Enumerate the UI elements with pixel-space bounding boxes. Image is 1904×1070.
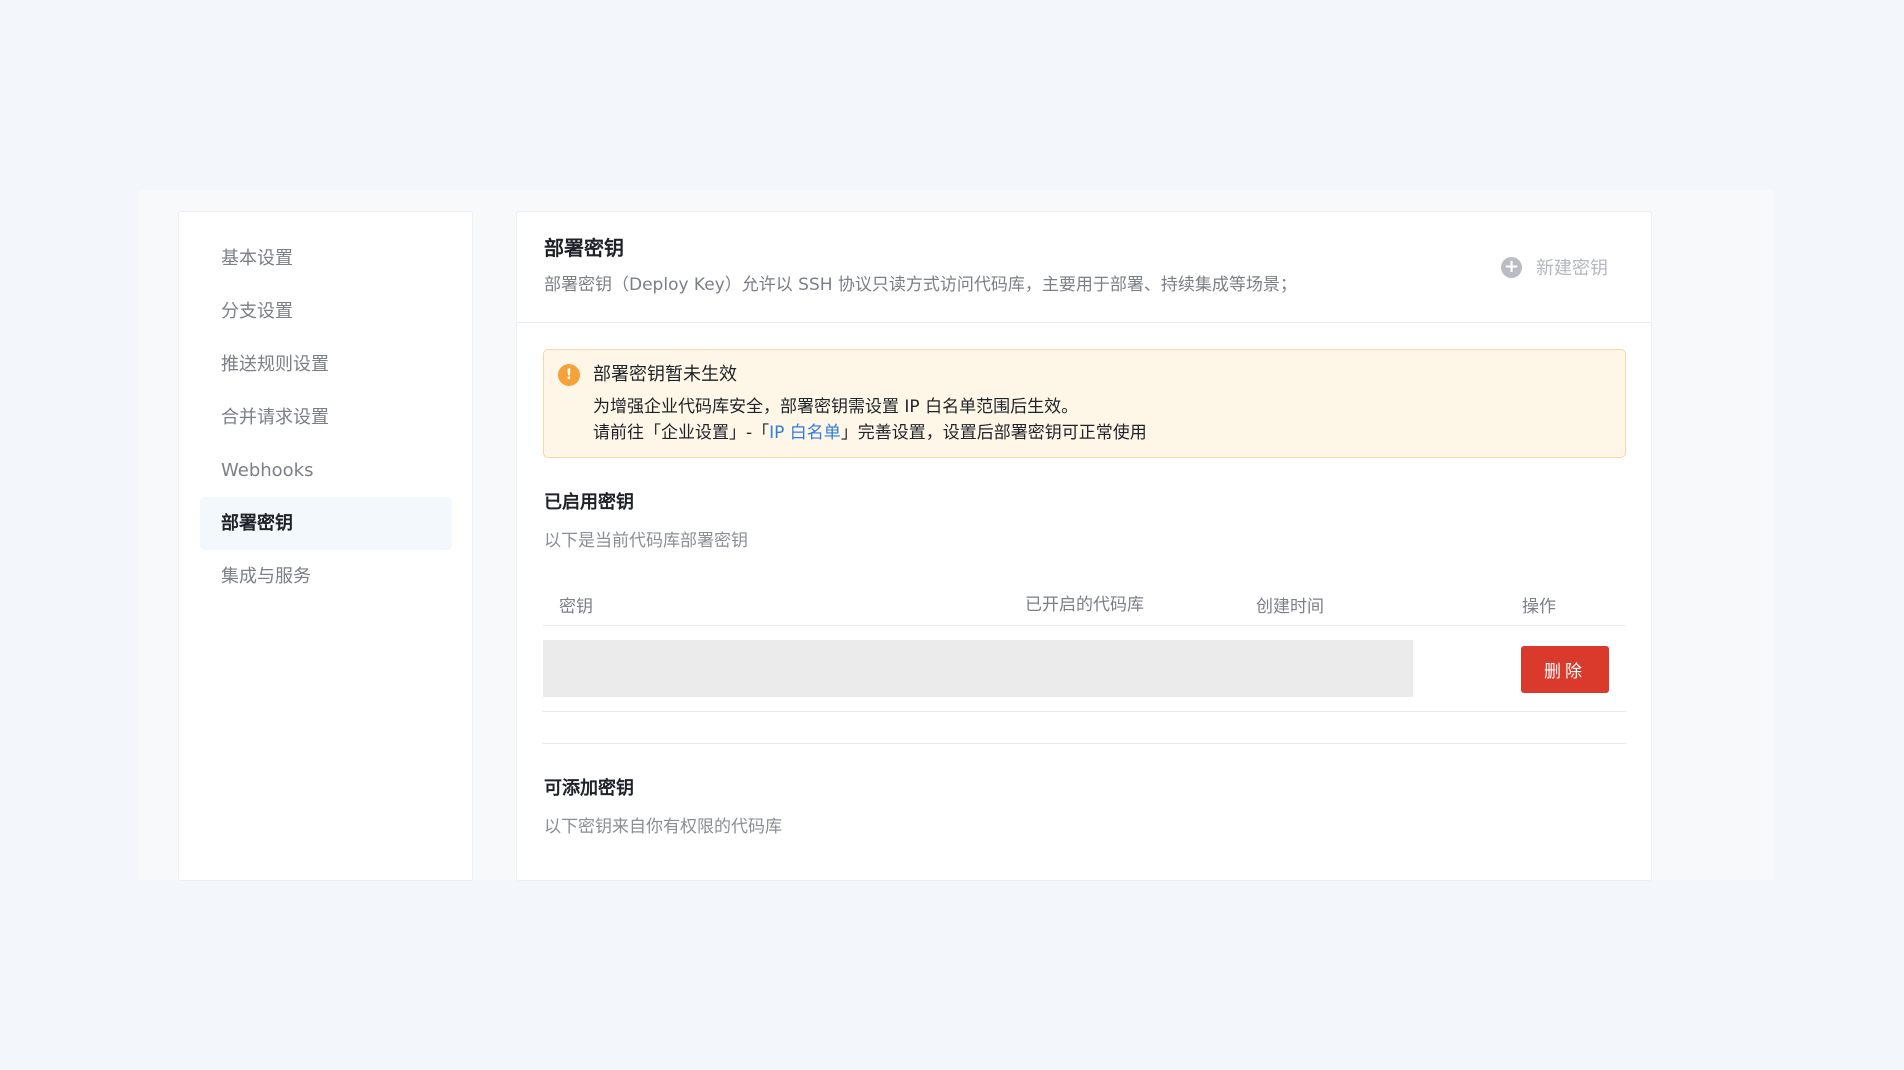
column-actions: 操作 [1522,597,1556,617]
available-keys-subtitle: 以下密钥来自你有权限的代码库 [544,817,782,837]
column-created-at: 创建时间 [1256,597,1324,617]
sidebar-item-integrations[interactable]: 集成与服务 [200,550,452,603]
table-header: 密钥 已开启的代码库 创建时间 操作 [543,570,1626,626]
alert-title: 部署密钥暂未生效 [593,364,737,385]
plus-circle-icon: + [1501,256,1522,278]
delete-button[interactable]: 删除 [1521,646,1609,693]
new-key-label: 新建密钥 [1536,258,1608,279]
warning-icon: ! [558,364,580,386]
new-key-button[interactable]: + 新建密钥 [1501,254,1608,280]
section-divider [543,743,1626,744]
available-keys-title: 可添加密钥 [544,778,634,799]
settings-sidebar: 基本设置 分支设置 推送规则设置 合并请求设置 Webhooks 部署密钥 集成… [178,211,473,881]
enabled-keys-table: 密钥 已开启的代码库 创建时间 操作 删除 [543,570,1626,712]
alert-line-1: 为增强企业代码库安全，部署密钥需设置 IP 白名单范围后生效。 [593,397,1079,417]
enabled-keys-title: 已启用密钥 [544,492,634,513]
alert-line-2-prefix: 请前往「企业设置」-「 [593,423,770,443]
sidebar-item-webhooks[interactable]: Webhooks [200,444,452,497]
page-description: 部署密钥（Deploy Key）允许以 SSH 协议只读方式访问代码库，主要用于… [544,275,1297,295]
ip-whitelist-link[interactable]: IP 白名单 [769,423,841,443]
sidebar-item-merge-request[interactable]: 合并请求设置 [200,391,452,444]
panel-header: 部署密钥 部署密钥（Deploy Key）允许以 SSH 协议只读方式访问代码库… [517,212,1651,323]
sidebar-item-deploy-keys[interactable]: 部署密钥 [200,497,452,550]
sidebar-item-push-rules[interactable]: 推送规则设置 [200,338,452,391]
key-info-placeholder [543,640,1413,697]
sidebar-item-branch[interactable]: 分支设置 [200,285,452,338]
warning-alert: ! 部署密钥暂未生效 为增强企业代码库安全，部署密钥需设置 IP 白名单范围后生… [543,349,1626,458]
deploy-keys-panel: 部署密钥 部署密钥（Deploy Key）允许以 SSH 协议只读方式访问代码库… [516,211,1652,881]
table-row: 删除 [543,626,1626,712]
alert-line-2: 请前往「企业设置」-「IP 白名单」完善设置，设置后部署密钥可正常使用 [593,420,1605,446]
alert-line-2-suffix: 」完善设置，设置后部署密钥可正常使用 [840,423,1147,443]
column-enabled-repos: 已开启的代码库 [1025,595,1144,615]
enabled-keys-subtitle: 以下是当前代码库部署密钥 [544,531,748,551]
column-key: 密钥 [559,597,593,617]
page-title: 部署密钥 [544,236,624,260]
sidebar-item-basic[interactable]: 基本设置 [200,232,452,285]
